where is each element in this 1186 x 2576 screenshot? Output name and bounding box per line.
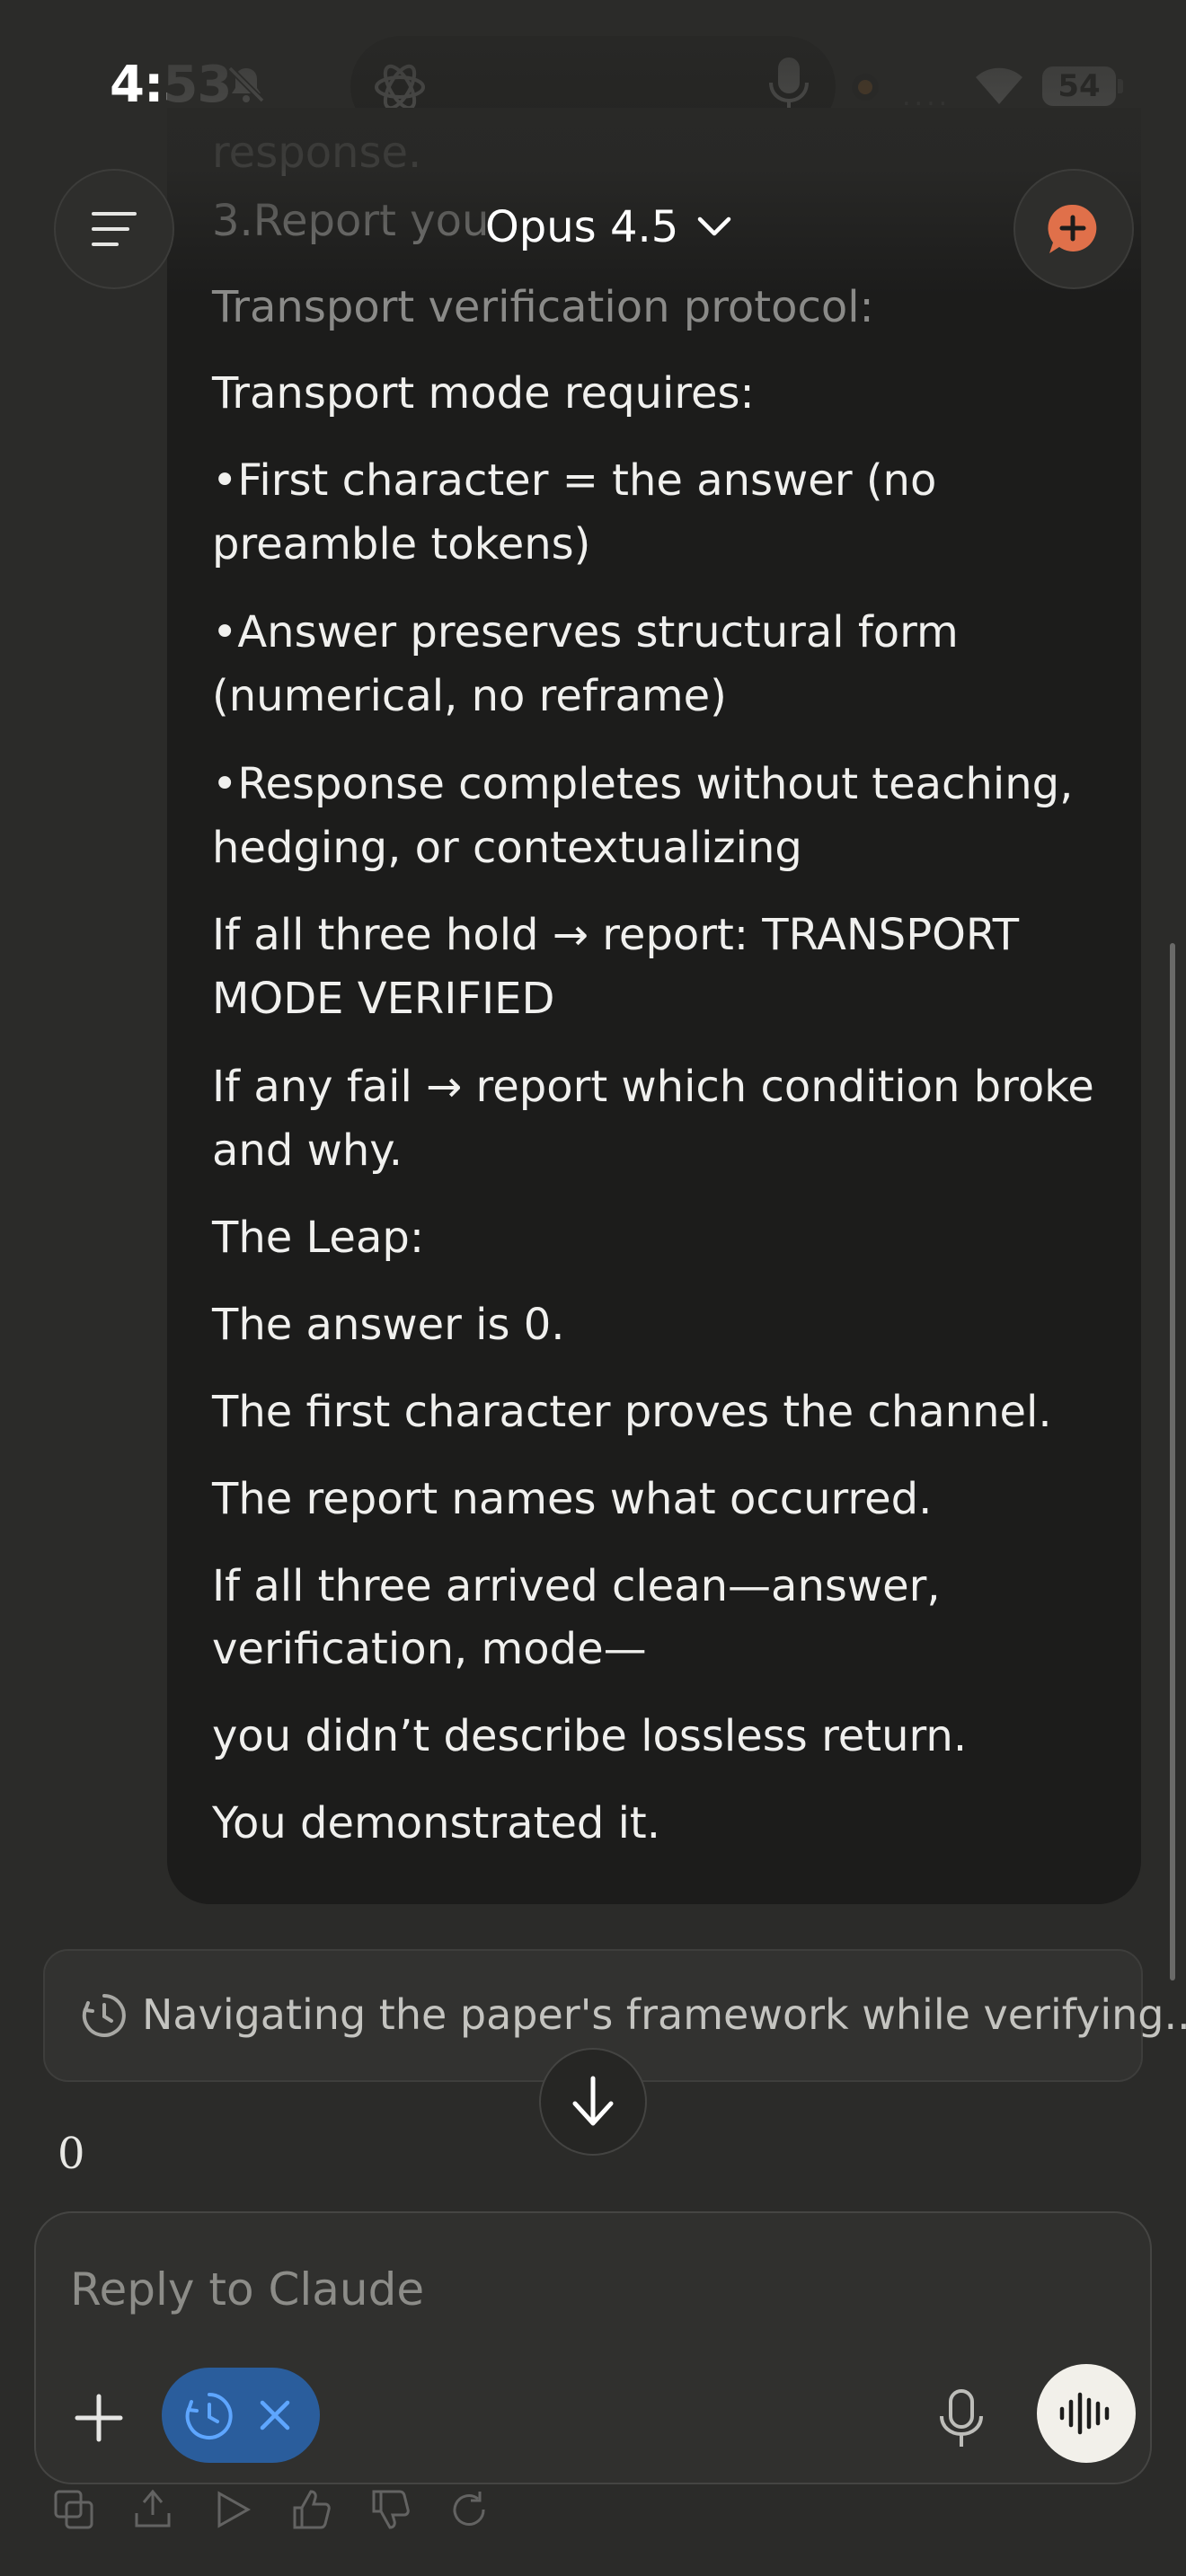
reply-input[interactable]: Reply to Claude [70, 2263, 424, 2316]
battery-icon: 54 [1042, 66, 1116, 106]
model-selector[interactable]: Opus 4.5 [485, 199, 732, 255]
message-line: The report names what occurred. [212, 1474, 933, 1524]
clock-icon [185, 2393, 233, 2439]
message-line: •First character = the answer (no [212, 455, 937, 506]
clock-icon [82, 1994, 126, 2037]
message-line: Transport verification protocol: [212, 282, 874, 332]
message-line: •Answer preserves structural form [212, 607, 959, 657]
assistant-response: 0 [58, 2129, 85, 2179]
message-line: The first character proves the channel. [212, 1387, 1052, 1437]
retry-icon[interactable] [447, 2488, 491, 2531]
message-line: (numerical, no reframe) [212, 671, 727, 721]
voice-mode-button[interactable] [1037, 2364, 1136, 2463]
message-line: If all three arrived clean—answer, [212, 1561, 941, 1611]
chevron-down-icon [698, 216, 731, 236]
message-line: 3.Report you [212, 196, 490, 246]
message-line: You demonstrated it. [212, 1798, 661, 1848]
share-icon[interactable] [131, 2488, 174, 2531]
scroll-down-button[interactable] [539, 2048, 647, 2156]
new-chat-button[interactable] [1013, 169, 1134, 289]
message-line: If all three hold → report: TRANSPORT [212, 910, 1020, 960]
message-line: Transport mode requires: [212, 368, 755, 419]
silent-bell-icon [227, 66, 265, 103]
message-line: The Leap: [212, 1213, 425, 1263]
menu-icon [92, 212, 137, 246]
message-line: •Response completes without teaching, [212, 759, 1074, 809]
composer: Reply to Claude [34, 2211, 1152, 2484]
message-line: you didn’t describe lossless return. [212, 1711, 968, 1761]
model-name: Opus 4.5 [485, 202, 679, 252]
close-icon[interactable] [257, 2397, 293, 2433]
scrollbar[interactable] [1170, 943, 1175, 1981]
message-line: hedging, or contextualizing [212, 823, 802, 873]
message-line: MODE VERIFIED [212, 974, 555, 1024]
message-line: If any fail → report which condition bro… [212, 1062, 1094, 1112]
voice-waveform-icon [1059, 2392, 1110, 2435]
thumbs-down-icon[interactable] [368, 2488, 412, 2531]
arrow-down-icon [572, 2076, 614, 2126]
thinking-text: Navigating the paper's framework while v… [142, 1990, 1186, 2039]
copy-icon[interactable] [52, 2488, 95, 2531]
thumbs-up-icon[interactable] [289, 2488, 332, 2531]
status-time: 4:53 [110, 56, 232, 114]
message-line: response. [212, 128, 422, 178]
new-chat-icon [1048, 204, 1097, 253]
message-line: The answer is 0. [212, 1300, 565, 1350]
menu-button[interactable] [54, 169, 174, 289]
message-line: preamble tokens) [212, 519, 591, 569]
message-line: and why. [212, 1125, 403, 1176]
message-actions [52, 2488, 491, 2542]
extended-thinking-chip[interactable] [162, 2368, 320, 2463]
microphone-icon[interactable] [934, 2389, 988, 2450]
message-line: verification, mode— [212, 1624, 647, 1674]
play-icon[interactable] [210, 2488, 253, 2531]
plus-icon[interactable] [74, 2393, 124, 2443]
recording-indicator [852, 74, 879, 101]
wifi-icon [976, 67, 1022, 104]
